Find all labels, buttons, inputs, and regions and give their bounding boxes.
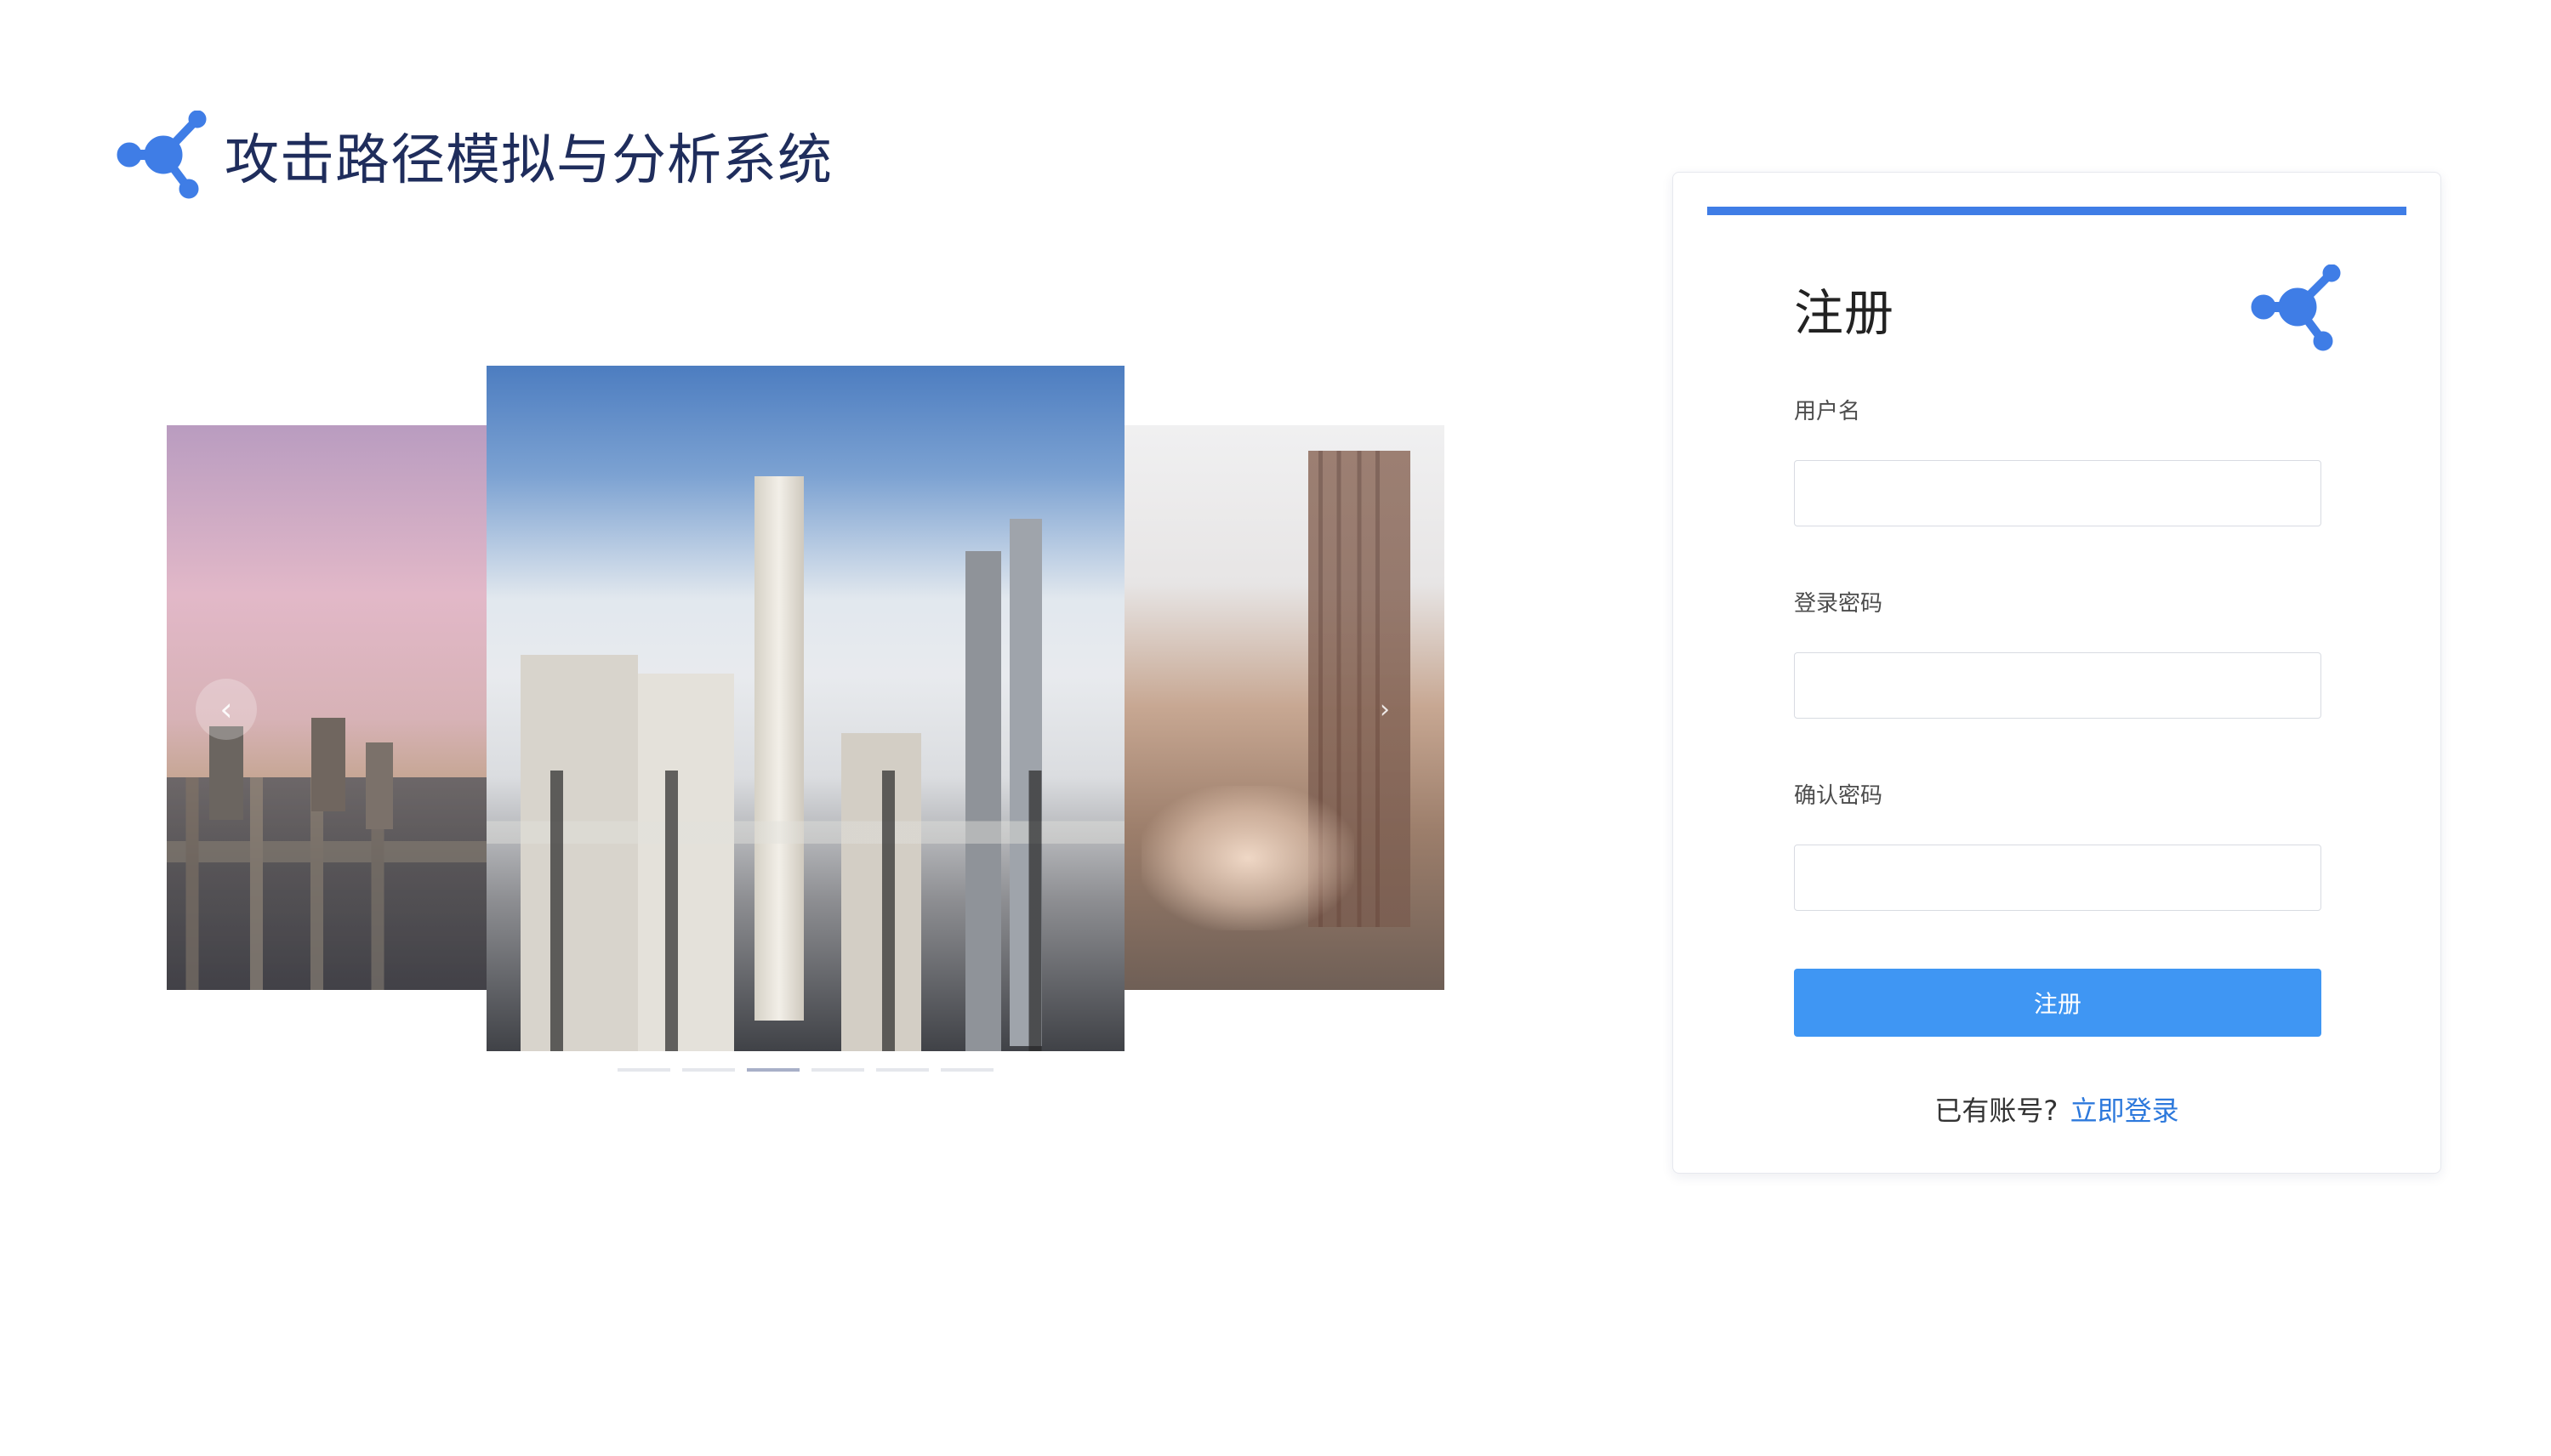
register-title: 注册: [1794, 284, 1895, 342]
confirm-password-input[interactable]: [1794, 845, 2321, 911]
carousel-indicator[interactable]: [811, 1068, 864, 1072]
image-carousel: ‹ ›: [167, 366, 1444, 1080]
card-accent-bar: [1707, 207, 2406, 215]
login-link[interactable]: 立即登录: [2070, 1095, 2179, 1127]
login-prompt-text: 已有账号?: [1934, 1095, 2058, 1127]
confirm-password-label: 确认密码: [1794, 783, 1883, 809]
carousel-slide-center[interactable]: [487, 366, 1125, 1051]
chevron-left-icon: ‹: [219, 691, 233, 728]
password-input[interactable]: [1794, 652, 2321, 719]
carousel-indicators: [618, 1068, 994, 1072]
password-label: 登录密码: [1794, 591, 1883, 617]
register-card: 注册 用户名 登录密码 确认密码 注册 已有账号? 立即登录: [1672, 172, 2441, 1174]
login-prompt-line: 已有账号? 立即登录: [1673, 1089, 2440, 1129]
carousel-indicator-active[interactable]: [747, 1068, 800, 1072]
carousel-indicator[interactable]: [876, 1068, 929, 1072]
carousel-indicator[interactable]: [618, 1068, 670, 1072]
chevron-right-icon: ›: [1380, 694, 1390, 725]
carousel-prev-button[interactable]: ‹: [196, 679, 257, 740]
network-logo-icon: [117, 111, 207, 199]
network-logo-icon: [2251, 264, 2341, 351]
brand-header: 攻击路径模拟与分析系统: [114, 109, 833, 202]
username-input[interactable]: [1794, 460, 2321, 526]
page-title: 攻击路径模拟与分析系统: [225, 129, 833, 192]
register-button[interactable]: 注册: [1794, 969, 2321, 1037]
username-label: 用户名: [1794, 399, 1861, 424]
carousel-next-button[interactable]: ›: [1354, 679, 1415, 740]
carousel-indicator[interactable]: [941, 1068, 994, 1072]
carousel-indicator[interactable]: [682, 1068, 735, 1072]
